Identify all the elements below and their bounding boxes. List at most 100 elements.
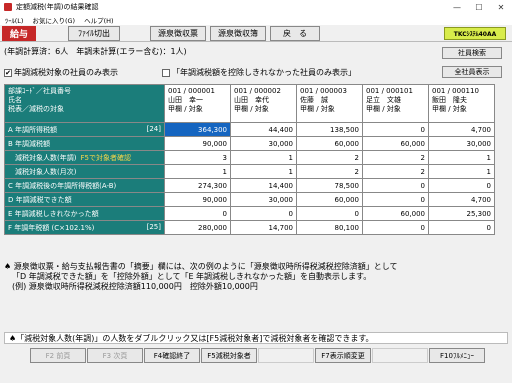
row-reduction-applied: D 年調減税できた額 90,000 30,000 60,000 0 4,700 <box>4 192 495 207</box>
value-cell[interactable]: 60,000 <box>296 136 363 151</box>
window-title: 定額減税(年調)の結果確認 <box>16 3 99 11</box>
value-cell[interactable]: 44,400 <box>230 122 297 137</box>
note-line: 「D 年調減税できた額」を「控除外額」として「E 年調減税しきれなかった額」を自… <box>12 272 372 281</box>
employee-name: 足立 文雄 <box>366 96 401 104</box>
value-cell[interactable]: 0 <box>428 178 495 193</box>
value-cell[interactable]: 2 <box>362 164 429 179</box>
f6-blank-button <box>258 348 314 363</box>
value-cell[interactable]: 60,000 <box>296 192 363 207</box>
value-cell[interactable]: 2 <box>296 164 363 179</box>
withholding-ledger-button[interactable]: 源泉徴収簿 <box>210 26 266 41</box>
row-label: B 年調減税額 <box>4 136 165 151</box>
checkbox-checked-icon[interactable]: ✔ <box>4 68 12 77</box>
value-cell[interactable]: 0 <box>362 122 429 137</box>
maximize-button[interactable]: ☐ <box>468 0 490 14</box>
row-reduction-not-applied: E 年調減税しきれなかった額 0 0 0 60,000 25,300 <box>4 206 495 221</box>
menu-favorites[interactable]: お気に入り(G) <box>32 15 75 25</box>
value-cell[interactable]: 0 <box>428 220 495 235</box>
row-label-text: A 年調所得税額 <box>8 125 58 134</box>
employee-column[interactable]: 001 / 000101 足立 文雄 甲欄 / 対象 <box>362 84 429 123</box>
value-cell[interactable]: 0 <box>164 206 231 221</box>
filter-not-deducted-label: 「年調減税額を控除しきれなかった社員のみ表示」 <box>172 68 356 77</box>
filter-not-deducted[interactable]: 「年調減税額を控除しきれなかった社員のみ表示」 <box>162 67 356 78</box>
value-cell[interactable]: 90,000 <box>164 136 231 151</box>
filter-only-targets-label: 年調減税対象の社員のみ表示 <box>14 68 118 77</box>
value-cell[interactable]: 25,300 <box>428 206 495 221</box>
value-cell[interactable]: 2 <box>362 150 429 165</box>
employee-name: 飯田 隆夫 <box>432 96 467 104</box>
f2-prev-page-button[interactable]: F2 前頁 <box>30 348 86 363</box>
employee-type: 甲欄 / 対象 <box>432 105 467 113</box>
row-tag: [24] <box>146 124 161 133</box>
filter-only-targets[interactable]: ✔ 年調減税対象の社員のみ表示 <box>4 67 118 78</box>
value-cell[interactable]: 30,000 <box>428 136 495 151</box>
row-target-count-annual: 減税対象人数(年調) F5で対象者確認 3 1 2 2 1 <box>4 150 495 165</box>
note-line: (例) 源泉徴収時所得税減税控除済額110,000円 控除外額10,000円 <box>12 282 258 291</box>
value-cell[interactable]: 60,000 <box>362 136 429 151</box>
row-label: 減税対象人数(年調) F5で対象者確認 <box>4 150 165 165</box>
employee-name: 佐藤 誠 <box>300 96 328 104</box>
value-cell[interactable]: 78,500 <box>296 178 363 193</box>
menu-help[interactable]: ヘルプ(H) <box>84 15 113 25</box>
checkbox-unchecked-icon[interactable] <box>162 68 170 77</box>
all-employees-button[interactable]: 全社員表示 <box>442 66 502 78</box>
value-cell[interactable]: 0 <box>362 192 429 207</box>
value-cell[interactable]: 0 <box>230 206 297 221</box>
menu-bar: ﾂｰﾙ(L) お気に入り(G) ヘルプ(H) <box>0 14 512 25</box>
row-target-count-monthly: 減税対象人数(月次) 1 1 2 2 1 <box>4 164 495 179</box>
row-label: F 年調年税額 (C×102.1%) [25] <box>4 220 165 235</box>
employee-type: 甲欄 / 対象 <box>234 105 269 113</box>
employee-column[interactable]: 001 / 000003 佐藤 誠 甲欄 / 対象 <box>296 84 363 123</box>
employee-name: 山田 幸一 <box>168 96 203 104</box>
f5-reduction-targets-button[interactable]: F5減税対象者 <box>201 348 257 363</box>
file-export-button[interactable]: ﾌｧｲﾙ切出 <box>68 26 120 41</box>
employee-type: 甲欄 / 対象 <box>168 105 203 113</box>
value-cell[interactable]: 1 <box>230 164 297 179</box>
value-cell[interactable]: 138,500 <box>296 122 363 137</box>
value-cell[interactable]: 2 <box>296 150 363 165</box>
value-cell[interactable]: 274,300 <box>164 178 231 193</box>
value-cell[interactable]: 1 <box>230 150 297 165</box>
value-cell[interactable]: 80,100 <box>296 220 363 235</box>
f3-next-page-button[interactable]: F3 次頁 <box>87 348 143 363</box>
value-cell[interactable]: 0 <box>362 178 429 193</box>
value-cell[interactable]: 0 <box>362 220 429 235</box>
row-annual-tax-reduction: B 年調減税額 90,000 30,000 60,000 60,000 30,0… <box>4 136 495 151</box>
value-cell-selected[interactable]: 364,300 <box>164 122 231 137</box>
withholding-slip-button[interactable]: 源泉徴収票 <box>150 26 206 41</box>
value-cell[interactable]: 90,000 <box>164 192 231 207</box>
row-label: A 年調所得税額 [24] <box>4 122 165 137</box>
employee-column[interactable]: 001 / 000110 飯田 隆夫 甲欄 / 対象 <box>428 84 495 123</box>
value-cell[interactable]: 14,700 <box>230 220 297 235</box>
row-label: C 年調減税後の年調所得税額(A-B) <box>4 178 165 193</box>
value-cell[interactable]: 1 <box>428 150 495 165</box>
header-name-label: 氏名 <box>8 96 22 104</box>
value-cell[interactable]: 3 <box>164 150 231 165</box>
value-cell[interactable]: 280,000 <box>164 220 231 235</box>
f10-full-menu-button[interactable]: F10ﾌﾙﾒﾆｭｰ <box>429 348 485 363</box>
employee-search-button[interactable]: 社員検索 <box>442 47 502 59</box>
value-cell[interactable]: 1 <box>428 164 495 179</box>
function-key-bar: F2 前頁 F3 次頁 F4確認終了 F5減税対象者 F7表示順変更 F10ﾌﾙ… <box>0 348 512 364</box>
guidance-message: ♠「減税対象人数(年調)」の人数をダブルクリック又は[F5減税対象者]で減税対象… <box>4 332 508 344</box>
menu-tools[interactable]: ﾂｰﾙ(L) <box>5 15 23 25</box>
value-cell[interactable]: 4,700 <box>428 122 495 137</box>
row-label: 減税対象人数(月次) <box>4 164 165 179</box>
value-cell[interactable]: 14,400 <box>230 178 297 193</box>
f4-confirm-button[interactable]: F4確認終了 <box>144 348 200 363</box>
value-cell[interactable]: 4,700 <box>428 192 495 207</box>
value-cell[interactable]: 30,000 <box>230 192 297 207</box>
value-cell[interactable]: 0 <box>296 206 363 221</box>
f7-sort-order-button[interactable]: F7表示順変更 <box>315 348 371 363</box>
value-cell[interactable]: 60,000 <box>362 206 429 221</box>
note-line: ♠ 源泉徴収票・給与支払報告書の「摘要」欄には、次の例のように「源泉徴収時所得税… <box>4 262 398 271</box>
employee-column[interactable]: 001 / 000001 山田 幸一 甲欄 / 対象 <box>164 84 231 123</box>
value-cell[interactable]: 1 <box>164 164 231 179</box>
minimize-button[interactable]: — <box>446 0 468 14</box>
employee-code: 001 / 000101 <box>366 87 413 95</box>
close-button[interactable]: ✕ <box>490 0 512 14</box>
row-tax-after-reduction: C 年調減税後の年調所得税額(A-B) 274,300 14,400 78,50… <box>4 178 495 193</box>
back-button[interactable]: 戻 る <box>270 26 320 41</box>
employee-column[interactable]: 001 / 000002 山田 幸代 甲欄 / 対象 <box>230 84 297 123</box>
value-cell[interactable]: 30,000 <box>230 136 297 151</box>
